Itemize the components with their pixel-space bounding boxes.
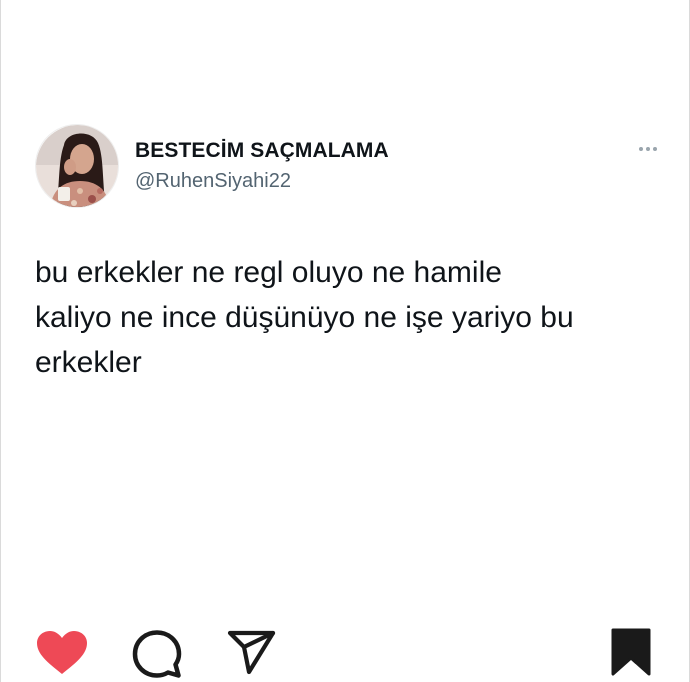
tweet-header: BESTECİM SAÇMALAMA @RuhenSiyahi22	[35, 124, 663, 210]
save-button[interactable]	[611, 628, 651, 676]
tweet-text: bu erkekler ne regl oluyo ne hamile kali…	[35, 256, 574, 379]
user-handle[interactable]: @RuhenSiyahi22	[135, 167, 389, 195]
more-dot	[653, 147, 657, 151]
action-bar	[1, 626, 690, 678]
display-name[interactable]: BESTECİM SAÇMALAMA	[135, 137, 389, 165]
like-button[interactable]	[35, 630, 89, 676]
bookmark-filled-icon	[611, 628, 651, 676]
paper-plane-icon	[227, 630, 276, 675]
more-horizontal-icon	[639, 147, 643, 151]
more-dot	[646, 147, 650, 151]
user-names: BESTECİM SAÇMALAMA @RuhenSiyahi22	[135, 137, 389, 195]
comment-bubble-icon	[132, 630, 182, 678]
post-card: BESTECİM SAÇMALAMA @RuhenSiyahi22 bu erk…	[0, 0, 690, 682]
more-options-button[interactable]	[633, 142, 663, 156]
comment-button[interactable]	[131, 628, 183, 680]
heart-filled-icon	[37, 631, 87, 674]
avatar[interactable]	[35, 124, 119, 208]
avatar-image	[36, 125, 118, 207]
share-button[interactable]	[227, 630, 277, 676]
